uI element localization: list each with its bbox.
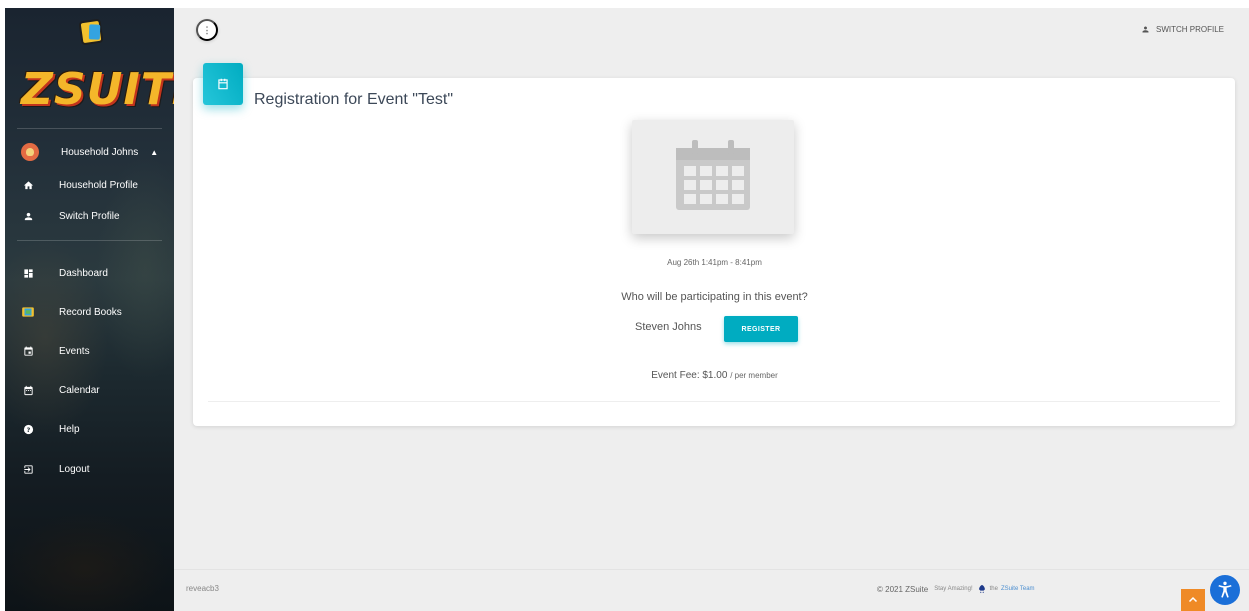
switch-profile-label: SWITCH PROFILE — [1155, 25, 1224, 34]
sidebar-item-label: Dashboard — [59, 267, 108, 279]
rocket-icon — [978, 584, 985, 594]
sidebar-item-label: Record Books — [59, 306, 122, 318]
sidebar-item-record-books[interactable]: Record Books — [21, 302, 122, 322]
page-title: Registration for Event "Test" — [254, 91, 453, 108]
sidebar-divider — [17, 240, 162, 241]
sidebar-item-label: Logout — [59, 463, 90, 475]
more-vert-icon[interactable]: ⋮ — [196, 19, 218, 41]
footer-credits: © 2021 ZSuite Stay Amazing! the ZSuite T… — [877, 584, 1035, 594]
event-fee: Event Fee: $1.00 / per member — [0, 370, 1249, 381]
sidebar-item-label: Switch Profile — [59, 210, 120, 222]
zsuite-logo-text[interactable]: ZSUITE — [21, 64, 174, 116]
sidebar-item-label: Help — [59, 423, 80, 435]
tagline: Stay Amazing! — [934, 586, 973, 592]
copyright: © 2021 ZSuite — [877, 584, 929, 594]
register-button[interactable]: REGISTER — [724, 316, 798, 342]
switch-profile-link[interactable]: SWITCH PROFILE — [1141, 25, 1224, 34]
event-icon — [218, 78, 228, 90]
sidebar-item-label: Calendar — [59, 384, 100, 396]
help-icon: ? — [21, 422, 35, 436]
event-icon — [21, 344, 35, 358]
chevron-up-icon — [1188, 596, 1198, 603]
participation-question: Who will be participating in this event? — [621, 291, 808, 303]
sidebar-item-logout[interactable]: Logout — [21, 459, 90, 479]
zsuite-logo-mark[interactable] — [78, 18, 104, 46]
calendar-placeholder-icon — [676, 140, 750, 210]
event-image — [632, 120, 794, 234]
event-fee-amount: Event Fee: $1.00 — [651, 370, 728, 381]
zsuite-team-link[interactable]: ZSuite Team — [1001, 586, 1035, 592]
logout-icon — [21, 462, 35, 476]
card-divider — [208, 401, 1220, 402]
scroll-top-button[interactable] — [1181, 589, 1205, 611]
member-name: Steven Johns — [635, 321, 702, 333]
sidebar-item-label: Household Profile — [59, 179, 138, 191]
person-icon — [21, 209, 35, 223]
sidebar-item-calendar[interactable]: Calendar — [21, 380, 100, 400]
caret-up-icon: ▲ — [150, 147, 159, 157]
build-id: reveacb3 — [186, 584, 219, 593]
svg-text:?: ? — [26, 425, 30, 433]
accessibility-icon — [1218, 581, 1232, 598]
home-icon — [21, 178, 35, 192]
dashboard-icon — [21, 266, 35, 280]
person-icon — [1142, 26, 1149, 33]
event-fee-suffix: / per member — [730, 371, 778, 380]
sidebar-item-switch-profile[interactable]: Switch Profile — [21, 206, 120, 226]
sidebar: ZSUITE Household Johns ▲ Household Profi… — [5, 8, 174, 611]
sidebar-user-name: Household Johns — [61, 146, 139, 158]
calendar-icon — [21, 383, 35, 397]
sidebar-item-help[interactable]: ? Help — [21, 419, 80, 439]
sidebar-item-household-profile[interactable]: Household Profile — [21, 175, 138, 195]
avatar — [21, 143, 39, 161]
footer: reveacb3 © 2021 ZSuite Stay Amazing! the… — [174, 569, 1249, 611]
sidebar-user-toggle[interactable]: Household Johns ▲ — [21, 142, 158, 162]
sidebar-item-events[interactable]: Events — [21, 341, 90, 361]
team-prefix: the — [989, 586, 998, 592]
record-books-icon — [21, 305, 35, 319]
sidebar-divider — [17, 128, 162, 129]
accessibility-button[interactable] — [1210, 575, 1240, 605]
sidebar-item-label: Events — [59, 345, 90, 357]
card-event-badge — [203, 63, 243, 105]
event-date: Aug 26th 1:41pm - 8:41pm — [667, 258, 762, 267]
